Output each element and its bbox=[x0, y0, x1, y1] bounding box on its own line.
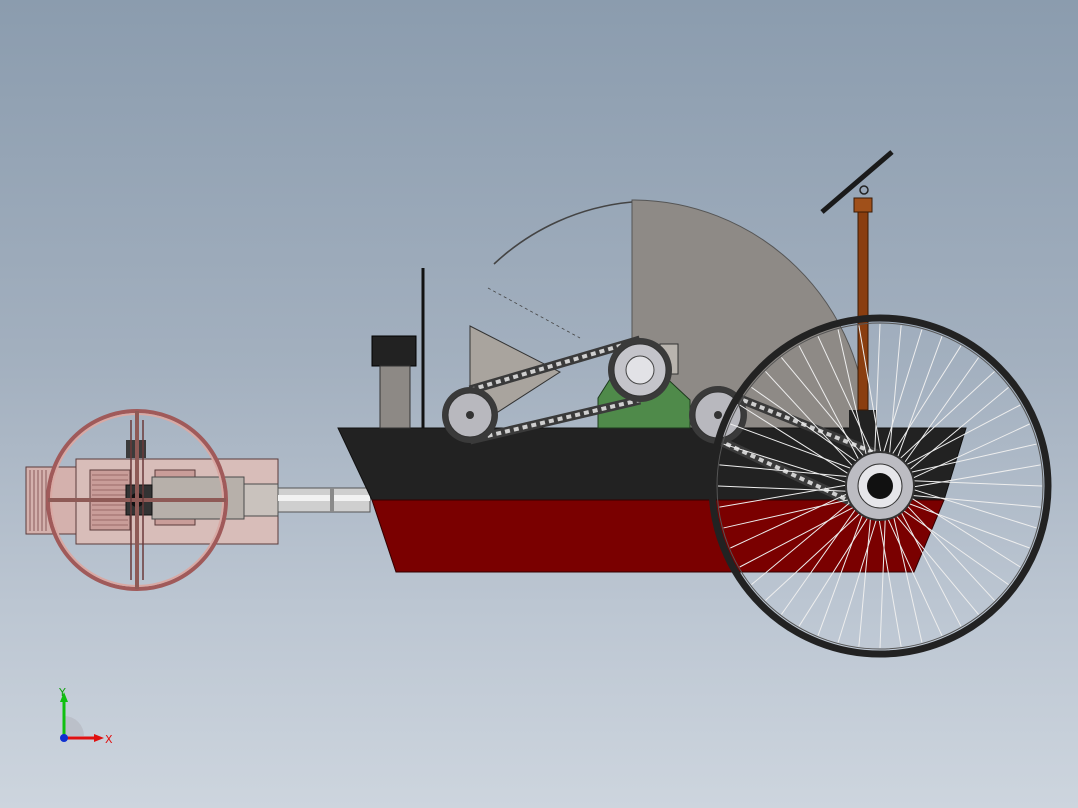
tiller-pivot bbox=[859, 185, 869, 195]
sprocket-mid-hub bbox=[625, 355, 655, 385]
seat-post bbox=[379, 365, 411, 429]
tiller-cap bbox=[853, 197, 873, 213]
shaft-joint bbox=[330, 488, 334, 512]
fan-sector-hidden-edge bbox=[487, 287, 581, 339]
drive-shaft[interactable] bbox=[277, 487, 371, 513]
vehicle-model[interactable] bbox=[0, 0, 1078, 808]
triad-x-label: X bbox=[105, 733, 113, 746]
sprocket-rear-hub bbox=[714, 411, 722, 419]
triad-x-arrow bbox=[94, 734, 104, 742]
rear-coupling bbox=[243, 483, 279, 517]
triad-plane bbox=[64, 716, 84, 736]
tiller-post bbox=[857, 209, 869, 411]
sprocket-front-hub bbox=[466, 411, 474, 419]
rear-assembly[interactable] bbox=[25, 409, 279, 591]
seat-back bbox=[371, 335, 417, 367]
triad-z-axis bbox=[60, 734, 68, 742]
coordinate-triad: Y X bbox=[58, 686, 113, 746]
graphics-viewport[interactable]: Y X bbox=[0, 0, 1078, 808]
fan-sector-arc bbox=[493, 201, 633, 265]
front-wheel-axle bbox=[867, 473, 893, 499]
shaft-highlight bbox=[278, 495, 370, 501]
triad-y-label: Y bbox=[58, 686, 66, 699]
